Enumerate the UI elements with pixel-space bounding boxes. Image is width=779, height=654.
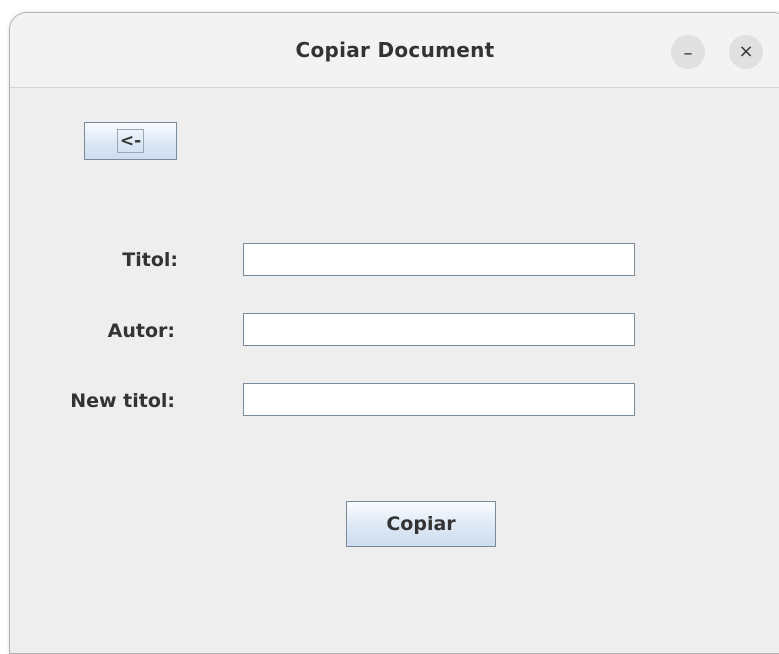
minimize-icon: –: [683, 43, 693, 64]
new-titol-input[interactable]: [243, 383, 635, 416]
copy-button[interactable]: Copiar: [346, 501, 496, 547]
dialog-window: Copiar Document – × <- Titol: Autor: New…: [9, 12, 779, 654]
window-title: Copiar Document: [295, 38, 495, 62]
back-button[interactable]: <-: [84, 122, 177, 160]
new-titol-label: New titol:: [70, 390, 175, 412]
autor-label: Autor:: [107, 320, 175, 342]
autor-input[interactable]: [243, 313, 635, 346]
dialog-content: <- Titol: Autor: New titol: Copiar: [10, 88, 779, 648]
close-icon: ×: [738, 41, 754, 62]
titol-label: Titol:: [122, 249, 178, 271]
minimize-button[interactable]: –: [671, 35, 705, 69]
back-button-label: <-: [116, 129, 145, 153]
title-bar: Copiar Document – ×: [10, 13, 779, 88]
titol-input[interactable]: [243, 243, 635, 276]
close-button[interactable]: ×: [729, 35, 763, 69]
